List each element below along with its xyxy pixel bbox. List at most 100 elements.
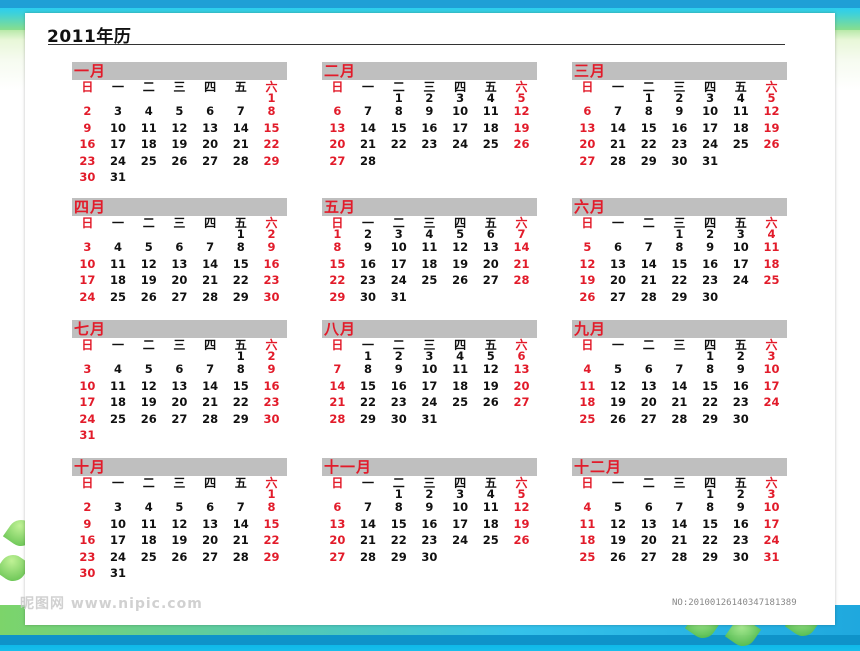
day-cell: 6: [333, 104, 342, 118]
day-cell: 27: [482, 273, 499, 287]
day-cell: 28: [640, 289, 657, 304]
weekday-label: 二: [642, 216, 655, 230]
day-cell: 19: [171, 137, 188, 151]
day-cell: 4: [425, 227, 434, 241]
day-cell: 28: [232, 549, 249, 564]
day-cell: 15: [360, 378, 377, 393]
empty-cell: [256, 169, 287, 186]
day-cell: 15: [263, 120, 280, 135]
day-cell: 2: [83, 500, 92, 514]
day-cell: 26: [171, 549, 188, 564]
month-name: 五月: [324, 198, 357, 216]
day-cell: 23: [421, 533, 438, 547]
day-cell: 6: [486, 227, 495, 241]
empty-cell: [133, 169, 164, 186]
weekday-label: 日: [581, 216, 594, 230]
day-cell: 24: [110, 153, 127, 168]
day-cell: 8: [364, 362, 373, 376]
day-cell: 21: [232, 533, 249, 547]
day-cell: 18: [579, 395, 596, 409]
day-cell: 21: [360, 137, 377, 151]
month-block: 九月日一二三四五六 1 2 3 4 5 6 7 8 9 10 11 12 13 14 15 16 17 18 19 20…: [572, 320, 787, 427]
weekday-label: 日: [331, 338, 344, 352]
day-cell: 19: [763, 120, 780, 135]
day-cell: 6: [175, 362, 184, 376]
month-name: 九月: [574, 320, 607, 338]
day-cell: 18: [482, 120, 499, 135]
day-cell: 1: [236, 227, 245, 241]
day-cell: 25: [732, 137, 749, 151]
day-cell: 4: [456, 349, 465, 363]
day-cell: 12: [513, 104, 530, 118]
day-cell: 26: [140, 289, 157, 304]
day-cell: 3: [767, 349, 776, 363]
empty-cell: [506, 411, 537, 428]
empty-cell: [603, 351, 634, 361]
day-cell: 26: [452, 273, 469, 287]
day-cell: 21: [671, 395, 688, 409]
day-cell: 25: [763, 273, 780, 287]
day-cell: 20: [329, 137, 346, 151]
day-cell: 11: [482, 500, 499, 514]
day-cell: 12: [610, 516, 627, 531]
empty-cell: [445, 153, 476, 170]
day-cell: 2: [83, 104, 92, 118]
day-cell: 30: [421, 549, 438, 564]
day-cell: 1: [267, 487, 276, 501]
empty-cell: [195, 565, 226, 582]
day-cell: 4: [114, 240, 123, 254]
day-cell: 24: [763, 395, 780, 409]
day-cell: 10: [763, 362, 780, 376]
day-cell: 8: [333, 240, 342, 254]
day-cell: 3: [114, 500, 123, 514]
day-cell: 20: [640, 533, 657, 547]
day-cell: 22: [232, 273, 249, 287]
day-cell: 23: [732, 533, 749, 547]
month-name: 十月: [74, 458, 107, 476]
day-cell: 23: [732, 395, 749, 409]
month-grid: 日一二三四五六 1 2 3 4 5 6 7 8 9 10 11 12 13 14 15 16 17 18 19 20 21…: [72, 339, 287, 444]
day-cell: 10: [421, 362, 438, 376]
day-cell: 18: [763, 256, 780, 271]
empty-cell: [72, 351, 103, 361]
day-cell: 31: [79, 428, 96, 442]
day-cell: 14: [610, 120, 627, 135]
day-cell: 29: [671, 289, 688, 304]
day-cell: 29: [640, 153, 657, 168]
day-cell: 27: [171, 289, 188, 304]
day-cell: 26: [579, 289, 596, 304]
day-cell: 25: [110, 289, 127, 304]
day-cell: 29: [329, 289, 346, 304]
day-cell: 19: [513, 516, 530, 531]
day-cell: 3: [767, 487, 776, 501]
weekday-label: 五: [234, 80, 247, 94]
month-header: 十二月: [572, 458, 787, 476]
day-cell: 21: [202, 395, 219, 409]
month-name: 一月: [74, 62, 107, 80]
day-cell: 24: [110, 549, 127, 564]
weekday-label: 一: [112, 216, 125, 230]
day-cell: 12: [140, 378, 157, 393]
day-cell: 2: [425, 487, 434, 501]
empty-cell: [506, 289, 537, 306]
day-cell: 23: [263, 273, 280, 287]
day-cell: 2: [364, 227, 373, 241]
day-cell: 4: [486, 487, 495, 501]
day-cell: 14: [202, 378, 219, 393]
day-cell: 28: [610, 153, 627, 168]
day-cell: 2: [425, 91, 434, 105]
day-cell: 30: [79, 566, 96, 580]
empty-cell: [133, 427, 164, 444]
day-cell: 5: [583, 240, 592, 254]
month-grid: 日一二三四五六 1 2 3 4 5 6 7 8 9 10 11 12 13 14 15 16 17 18 19 20 21…: [572, 217, 787, 305]
empty-cell: [225, 93, 256, 103]
day-cell: 30: [263, 289, 280, 304]
day-cell: 21: [232, 137, 249, 151]
day-cell: 9: [736, 500, 745, 514]
empty-cell: [195, 351, 226, 361]
day-cell: 19: [579, 273, 596, 287]
day-cell: 11: [140, 516, 157, 531]
day-cell: 13: [640, 378, 657, 393]
day-cell: 13: [202, 516, 219, 531]
empty-cell: [414, 289, 445, 306]
